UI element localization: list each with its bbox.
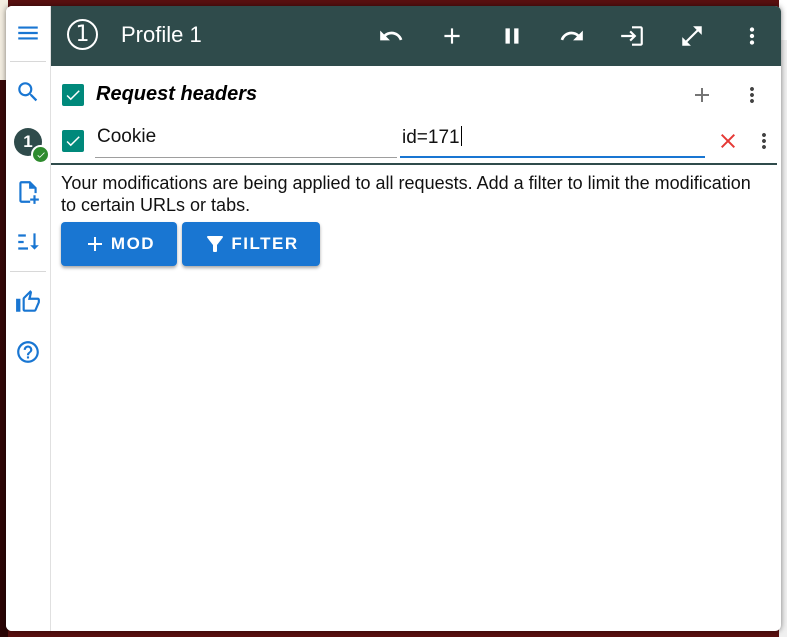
redo-icon — [560, 30, 583, 41]
fullscreen-button[interactable] — [672, 16, 712, 56]
add-mod-label: MOD — [110, 234, 156, 253]
login-icon — [621, 26, 643, 46]
add-icon — [87, 237, 102, 251]
search-icon — [18, 82, 38, 102]
add-mod-button[interactable]: MOD — [61, 222, 177, 266]
fullscreen-icon — [682, 26, 702, 46]
add-file-icon — [19, 181, 39, 204]
info-message: Your modifications are being applied to … — [61, 173, 751, 215]
sidebar-profile-1[interactable]: 1 — [6, 120, 50, 164]
close-icon — [721, 134, 735, 148]
sidebar-divider — [10, 271, 46, 272]
undo-icon — [380, 30, 403, 41]
rate-button[interactable] — [6, 280, 50, 324]
delete-header-button[interactable] — [712, 125, 744, 157]
check-icon — [66, 90, 80, 101]
header-value-text: id=171 — [402, 127, 460, 148]
redo-button[interactable] — [552, 16, 592, 56]
active-check-icon — [31, 145, 50, 164]
add-button[interactable] — [432, 16, 472, 56]
sidebar-divider — [10, 61, 46, 62]
menu-icon — [18, 26, 38, 40]
section-divider — [51, 163, 777, 165]
more-vert-icon — [762, 133, 766, 149]
pause-button[interactable] — [492, 16, 532, 56]
more-vert-icon — [749, 27, 755, 45]
main-content: Request headers Cookie id=171 Your modif… — [51, 66, 781, 631]
section-more-button[interactable] — [736, 79, 768, 111]
add-filter-button[interactable]: FILTER — [182, 222, 320, 266]
add-icon — [444, 28, 460, 44]
add-filter-label: FILTER — [231, 234, 299, 253]
pause-icon — [505, 28, 519, 44]
header-value-input[interactable]: id=171 — [400, 124, 705, 158]
add-icon — [695, 88, 709, 102]
text-caret — [460, 126, 462, 146]
more-options-button[interactable] — [732, 16, 772, 56]
sidebar: 1 — [6, 6, 51, 631]
profile-title[interactable]: Profile 1 — [121, 22, 202, 48]
top-app-bar: 1 Profile 1 — [51, 6, 781, 66]
undo-button[interactable] — [371, 16, 411, 56]
header-enable-checkbox[interactable] — [62, 130, 84, 152]
header-name-value: Cookie — [97, 126, 157, 147]
section-title: Request headers — [96, 83, 258, 105]
filter-icon — [207, 236, 224, 252]
profile-number-badge: 1 — [67, 19, 98, 50]
thumb-up-icon — [16, 290, 40, 312]
add-profile-button[interactable] — [6, 170, 50, 214]
sort-icon — [18, 233, 39, 250]
extension-popup: 1 1 Profile 1 Request headers Cookie id=… — [6, 6, 781, 631]
more-vert-icon — [750, 87, 754, 103]
menu-button[interactable] — [6, 11, 50, 55]
section-enable-checkbox[interactable] — [62, 84, 84, 106]
open-button[interactable] — [612, 16, 652, 56]
check-icon — [66, 136, 80, 147]
sort-button[interactable] — [6, 220, 50, 264]
help-icon — [17, 341, 39, 363]
help-button[interactable] — [6, 330, 50, 374]
search-button[interactable] — [6, 70, 50, 114]
header-name-input[interactable]: Cookie — [95, 124, 397, 158]
profile-badge: 1 — [14, 128, 50, 164]
header-more-button[interactable] — [748, 125, 780, 157]
add-header-button[interactable] — [686, 79, 718, 111]
